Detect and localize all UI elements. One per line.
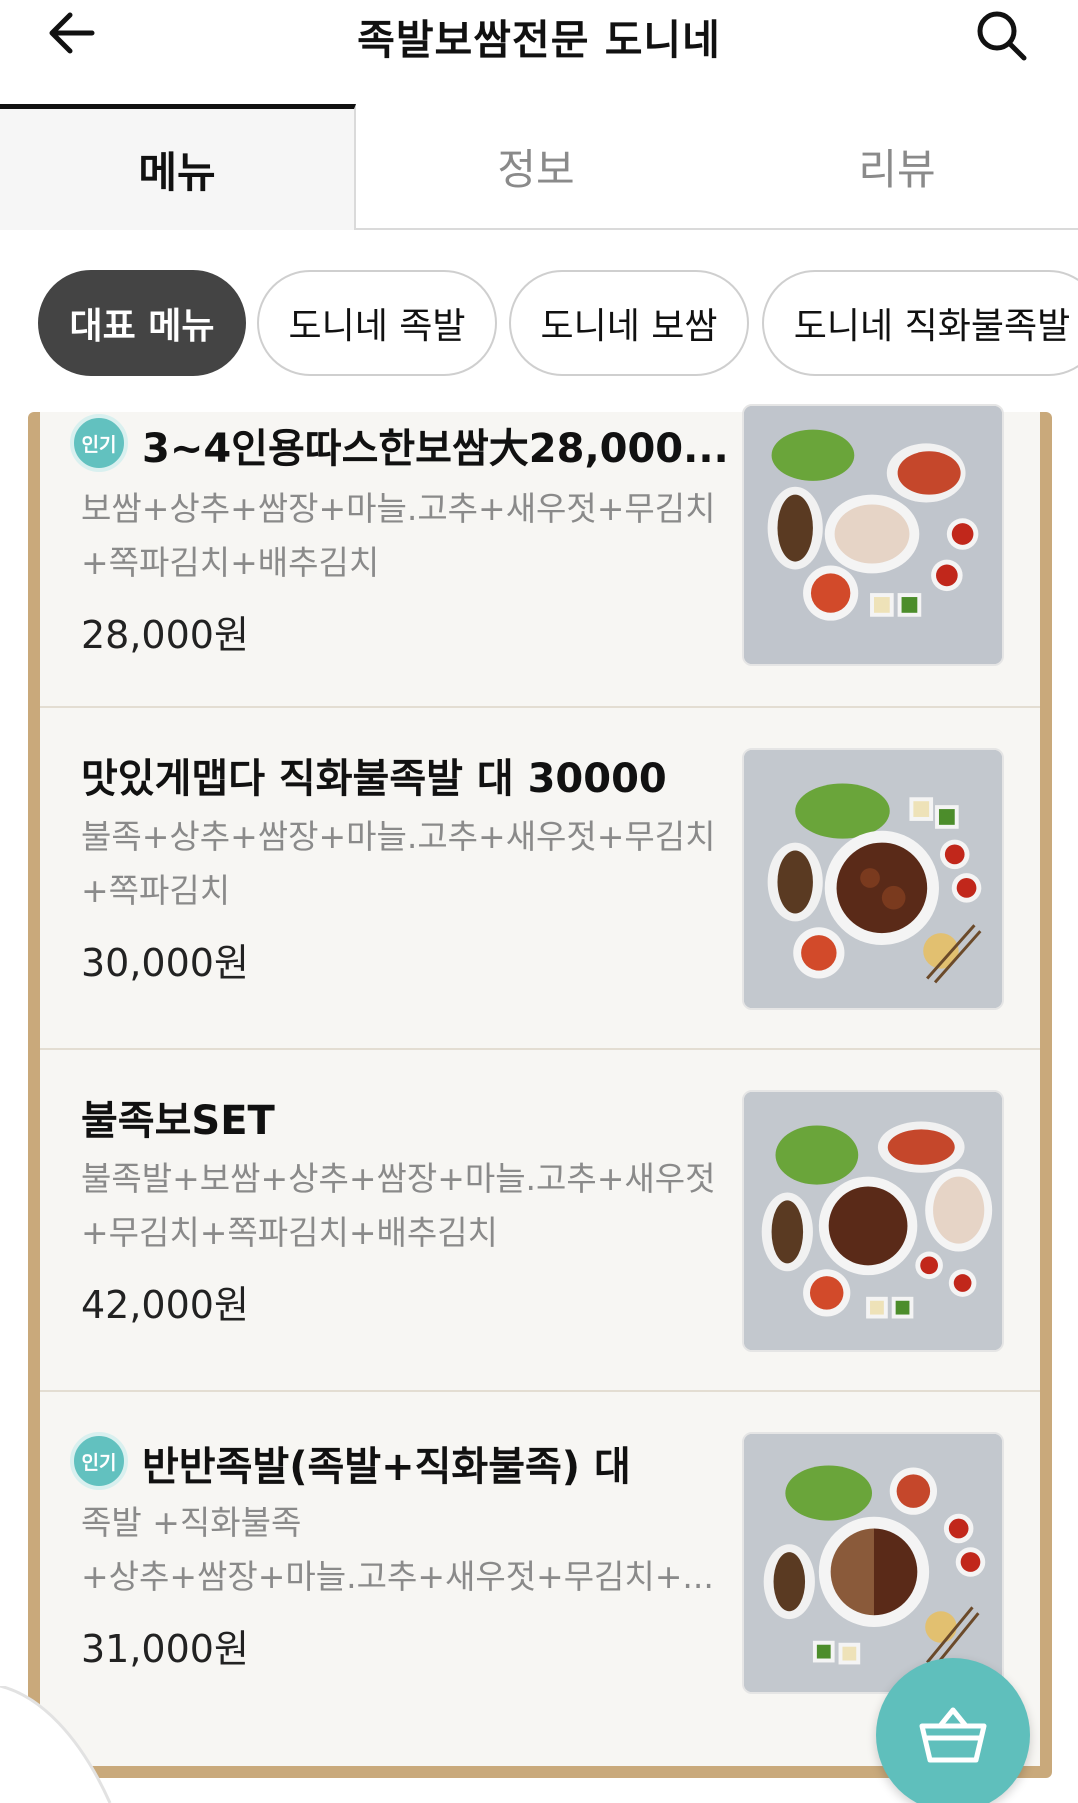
half-half-jokbal-image [744,1434,1002,1692]
tab-review[interactable]: 리뷰 [716,104,1078,230]
menu-item-description-line: +쪽파김치 [81,871,231,910]
menu-item-price: 30,000원 [81,941,249,985]
popular-badge: 인기 [70,414,128,472]
bossam-platter-image [744,406,1002,664]
chip-jokbal[interactable]: 도니네 족발 [257,270,497,376]
menu-item-photo[interactable] [742,404,1004,666]
menu-item-description-line: 보쌈+상추+쌈장+마늘.고추+새우젓+무김치 [81,489,716,528]
tab-menu[interactable]: 메뉴 [0,104,356,230]
menu-item-photo[interactable] [742,748,1004,1010]
menu-item-name: 불족보SET [81,1098,275,1144]
menu-item-description-line: +쪽파김치+배추김치 [81,543,380,582]
menu-item-price: 31,000원 [81,1627,249,1671]
menu-item-description: 불족발+보쌈+상추+쌈장+마늘.고추+새우젓 +무김치+쪽파김치+배추김치 [81,1152,731,1260]
menu-item-photo[interactable] [742,1432,1004,1694]
fire-jokbal-platter-image [744,750,1002,1008]
app-header: 족발보쌈전문 도니네 [0,0,1078,70]
page-title: 족발보쌈전문 도니네 [357,16,721,64]
menu-panel: 인기 3~4인용따스한보쌈大28,000... 보쌈+상추+쌈장+마늘.고추+새… [28,404,1052,1778]
menu-item-description-line: 족발 +직화불족 [81,1503,302,1542]
menu-item-name: 반반족발(족발+직화불족) 대 [142,1444,631,1490]
menu-item[interactable]: 인기 3~4인용따스한보쌈大28,000... 보쌈+상추+쌈장+마늘.고추+새… [40,404,1040,706]
category-chips: 대표 메뉴 도니네 족발 도니네 보쌈 도니네 직화불족발 [0,270,1078,376]
chip-signature-menu[interactable]: 대표 메뉴 [38,270,246,376]
search-icon [977,11,1027,61]
tab-bar: 메뉴 정보 리뷰 [0,104,1078,230]
menu-item-price: 42,000원 [81,1283,249,1327]
menu-item-description-line: +상추+쌈장+마늘.고추+새우젓+무김치+... [81,1557,714,1596]
paper-curl-decoration [0,1686,112,1803]
menu-item-description-line: 불족+상추+쌈장+마늘.고추+새우젓+무김치 [81,817,716,856]
menu-item-photo[interactable] [742,1090,1004,1352]
tab-info[interactable]: 정보 [356,104,716,230]
cart-button[interactable] [876,1658,1030,1803]
menu-item[interactable]: 맛있게맵다 직화불족발 대 30000 불족+상추+쌈장+마늘.고추+새우젓+무… [40,708,1040,1048]
popular-badge: 인기 [70,1432,128,1490]
menu-item[interactable]: 불족보SET 불족발+보쌈+상추+쌈장+마늘.고추+새우젓 +무김치+쪽파김치+… [40,1050,1040,1390]
menu-item-description: 보쌈+상추+쌈장+마늘.고추+새우젓+무김치 +쪽파김치+배추김치 [81,482,731,590]
basket-icon [919,1707,987,1763]
menu-list: 인기 3~4인용따스한보쌈大28,000... 보쌈+상추+쌈장+마늘.고추+새… [40,404,1040,1766]
menu-item-description: 불족+상추+쌈장+마늘.고추+새우젓+무김치 +쪽파김치 [81,810,731,918]
menu-item-description: 족발 +직화불족 +상추+쌈장+마늘.고추+새우젓+무김치+... [81,1496,731,1604]
chip-bossam[interactable]: 도니네 보쌈 [509,270,749,376]
menu-item-description-line: +무김치+쪽파김치+배추김치 [81,1213,498,1252]
menu-item-description-line: 불족발+보쌈+상추+쌈장+마늘.고추+새우젓 [81,1159,716,1198]
menu-item-name: 3~4인용따스한보쌈大28,000... [142,426,729,472]
menu-item-price: 28,000원 [81,613,249,657]
menu-item-name: 맛있게맵다 직화불족발 대 30000 [81,756,667,802]
search-button[interactable] [972,8,1032,64]
chip-fire-jokbal[interactable]: 도니네 직화불족발 [762,270,1078,376]
jokbal-bossam-set-image [744,1092,1002,1350]
